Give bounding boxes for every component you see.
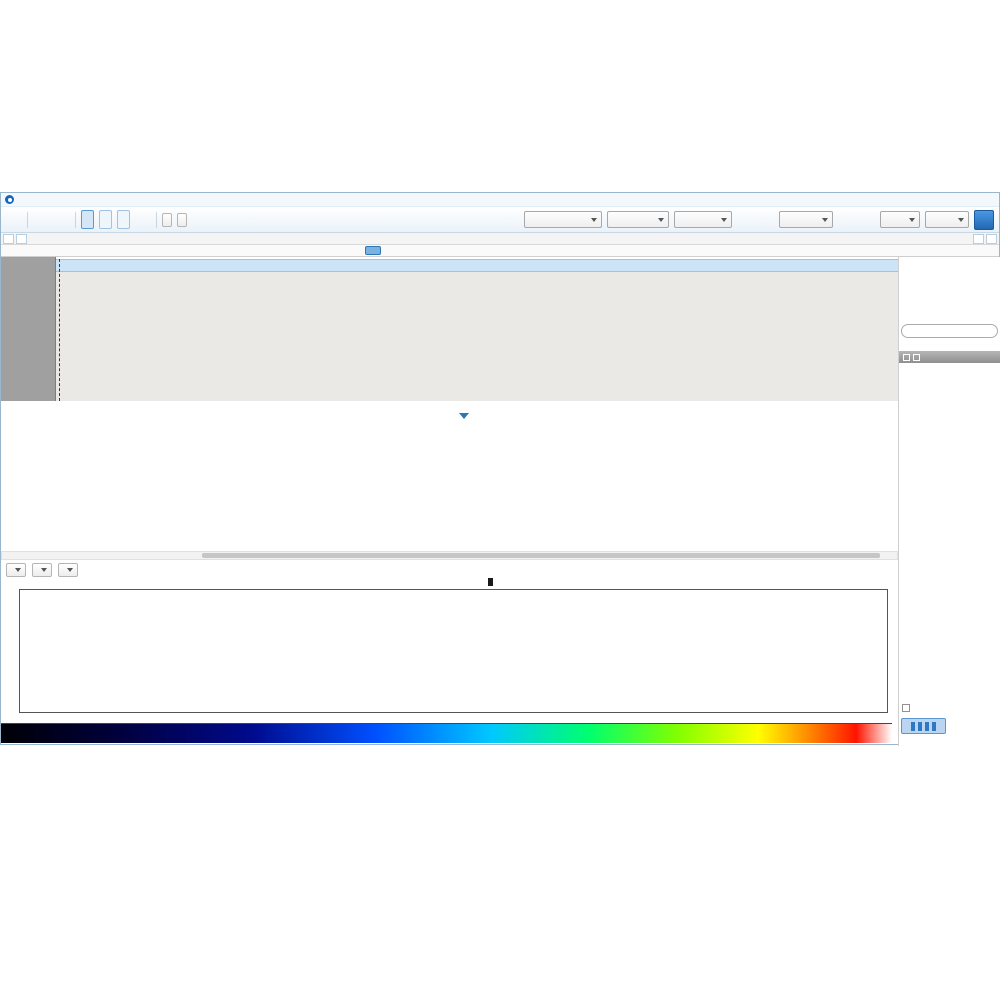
trend-scrollbar[interactable] <box>1 551 898 560</box>
go-first-page-button[interactable] <box>3 234 14 244</box>
search-box[interactable] <box>901 324 998 338</box>
montage-select[interactable] <box>524 211 602 228</box>
app-logo-icon <box>5 195 14 204</box>
prev-page-button[interactable] <box>16 234 27 244</box>
toolbar-divider <box>156 212 157 228</box>
uni-button[interactable] <box>162 213 172 227</box>
eeg-view[interactable] <box>1 257 898 401</box>
events-panel <box>898 257 1000 746</box>
spectrogram-view[interactable] <box>1 589 898 711</box>
toolbar <box>1 207 999 233</box>
nav-time-scale[interactable] <box>1 245 1000 257</box>
close-button[interactable] <box>978 194 995 206</box>
eeg-time-header <box>56 259 898 272</box>
scrollbar-thumb[interactable] <box>202 553 880 558</box>
maximize-button[interactable] <box>959 194 976 206</box>
sensitivity-updown-icon[interactable] <box>737 210 753 229</box>
desktop <box>0 0 1000 1000</box>
eeg-trace-area[interactable] <box>56 272 898 401</box>
dsa-average-select[interactable] <box>58 563 78 577</box>
profile-select[interactable] <box>607 211 669 228</box>
save-icon[interactable] <box>6 210 22 229</box>
sensitivity-select[interactable] <box>674 211 732 228</box>
toolbar-divider <box>27 212 28 228</box>
speed-select[interactable] <box>779 211 833 228</box>
page-back-outer-button[interactable] <box>903 282 925 302</box>
recording-time-scale[interactable] <box>29 233 923 245</box>
timebase-compress-icon[interactable] <box>859 210 875 229</box>
use-time-filter[interactable] <box>902 704 914 712</box>
window-controls <box>940 194 995 206</box>
step-forward-button[interactable] <box>953 260 975 280</box>
chevron-down-icon <box>658 218 664 222</box>
eye-icon[interactable] <box>33 210 49 229</box>
cfm-toggle[interactable] <box>99 210 112 229</box>
time-cursor <box>59 259 60 401</box>
go-start-button[interactable] <box>903 260 925 280</box>
dsa-toolbar <box>1 563 898 577</box>
dsa-map-mode-select[interactable] <box>32 563 52 577</box>
search-input[interactable] <box>909 327 977 336</box>
gear-icon[interactable] <box>972 305 988 325</box>
amplitude-fit-icon[interactable] <box>758 210 774 229</box>
titlebar <box>1 193 999 207</box>
refresh-icon[interactable] <box>135 210 151 229</box>
go-last-page-button[interactable] <box>986 234 997 244</box>
eeg-toggle[interactable] <box>81 210 94 229</box>
chevron-down-icon <box>15 568 21 572</box>
dsa-time-axis <box>1 578 898 588</box>
color-scale-bar <box>1 723 892 743</box>
eeg-waveforms <box>56 272 898 401</box>
channel-gutter <box>1 257 56 401</box>
dsa-toggle[interactable] <box>117 210 130 229</box>
next-page-button[interactable] <box>973 234 984 244</box>
splitter-handle[interactable] <box>459 413 469 419</box>
events-table-icon[interactable] <box>903 354 910 361</box>
page-forward-outer-button[interactable] <box>978 282 1000 302</box>
dsa-scale-row <box>1 712 898 722</box>
main-timeline-ruler[interactable] <box>1 233 999 245</box>
time-filter-checkbox[interactable] <box>902 704 910 712</box>
edit-pen-icon[interactable] <box>963 716 981 734</box>
trend-canvas[interactable] <box>19 441 879 541</box>
minimize-button[interactable] <box>940 194 957 206</box>
highcut-select[interactable] <box>925 211 969 228</box>
go-end-button[interactable] <box>978 260 1000 280</box>
filter-settings-button[interactable] <box>974 210 994 230</box>
toolbar-divider <box>75 212 76 228</box>
chevron-down-icon <box>958 218 964 222</box>
clock-icon[interactable] <box>955 305 971 325</box>
dsa-position-marker <box>488 578 493 586</box>
step-back-button[interactable] <box>928 260 950 280</box>
prev-event-button[interactable] <box>901 305 917 325</box>
timeline-slider[interactable] <box>365 246 381 255</box>
events-header <box>899 351 1000 363</box>
dsa-preset-select[interactable] <box>6 563 26 577</box>
apply-button[interactable] <box>901 718 946 734</box>
page-forward-button[interactable] <box>953 282 975 302</box>
spectrogram-canvas[interactable] <box>19 589 888 713</box>
app-window <box>0 192 1000 745</box>
trend-view[interactable] <box>1 431 898 549</box>
chevron-down-icon <box>909 218 915 222</box>
events-filter-icon[interactable] <box>913 354 920 361</box>
page-back-button[interactable] <box>928 282 950 302</box>
timebase-expand-icon[interactable] <box>838 210 854 229</box>
chevron-down-icon <box>822 218 828 222</box>
base-button[interactable] <box>177 213 187 227</box>
chevron-down-icon <box>591 218 597 222</box>
chevron-down-icon <box>41 568 47 572</box>
next-event-button[interactable] <box>918 305 934 325</box>
nav-timeline-ruler[interactable] <box>1 245 999 257</box>
chevron-down-icon <box>67 568 73 572</box>
settings-gear-icon[interactable] <box>54 210 70 229</box>
chevron-down-icon <box>721 218 727 222</box>
lowcut-select[interactable] <box>880 211 920 228</box>
flag-icon[interactable] <box>938 305 954 325</box>
